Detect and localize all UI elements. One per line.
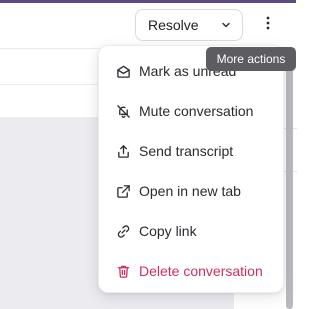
scrollbar[interactable] — [286, 60, 293, 309]
link-icon — [115, 223, 131, 239]
resolve-button[interactable]: Resolve — [135, 9, 243, 41]
more-vertical-icon — [266, 16, 270, 35]
external-link-icon — [115, 183, 131, 199]
trash-icon — [115, 263, 131, 279]
menu-item-label: Send transcript — [139, 143, 234, 159]
mail-open-icon — [115, 63, 131, 79]
more-actions-button[interactable] — [258, 14, 278, 36]
menu-item-delete-conversation[interactable]: Delete conversation — [99, 253, 283, 289]
share-upload-icon — [115, 143, 131, 159]
bell-off-icon — [115, 103, 131, 119]
top-accent-bar — [0, 0, 296, 3]
more-actions-tooltip: More actions — [206, 47, 296, 71]
menu-item-copy-link[interactable]: Copy link — [99, 213, 283, 249]
menu-item-label: Open in new tab — [139, 183, 241, 199]
more-actions-menu: Mark as unread Mute conversation Send tr… — [98, 45, 284, 293]
menu-item-open-in-new-tab[interactable]: Open in new tab — [99, 173, 283, 209]
menu-item-label: Mute conversation — [139, 103, 254, 119]
menu-item-mute-conversation[interactable]: Mute conversation — [99, 93, 283, 129]
menu-item-label: Delete conversation — [139, 263, 263, 279]
resolve-button-label: Resolve — [148, 17, 199, 33]
menu-item-send-transcript[interactable]: Send transcript — [99, 133, 283, 169]
chevron-down-icon[interactable] — [220, 19, 232, 31]
menu-item-label: Copy link — [139, 223, 197, 239]
subheader-divider — [0, 84, 110, 85]
